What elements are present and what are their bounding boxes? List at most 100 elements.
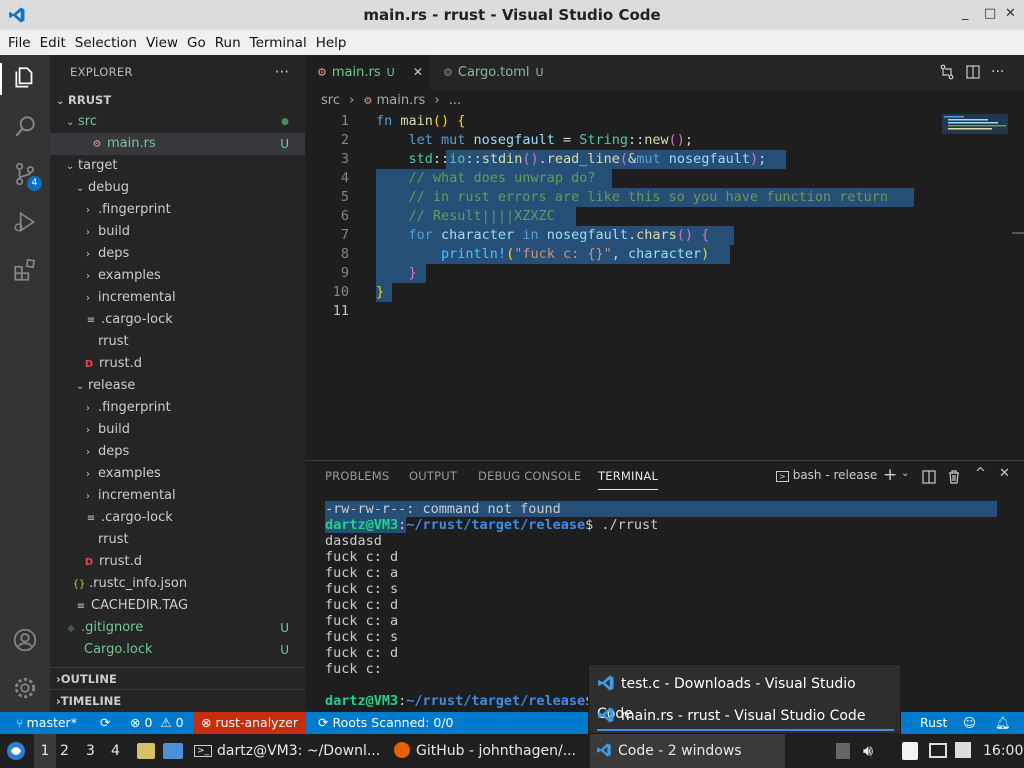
tree-item-release-rrust[interactable]: rrust xyxy=(50,529,305,551)
feedback-icon[interactable]: ☺ xyxy=(963,712,976,734)
tree-item-debug-fingerprint[interactable]: › .fingerprint xyxy=(50,199,305,221)
tab-output[interactable]: OUTPUT xyxy=(409,469,457,483)
accounts-icon[interactable] xyxy=(12,627,38,653)
close-panel-icon[interactable]: ✕ xyxy=(999,466,1010,481)
close-tab-icon[interactable]: ✕ xyxy=(413,65,423,79)
new-terminal-plus-icon[interactable]: + xyxy=(883,465,897,485)
tree-item-release[interactable]: ⌄ release xyxy=(50,375,305,397)
menu-help[interactable]: Help xyxy=(312,35,351,51)
run-debug-icon[interactable] xyxy=(12,209,38,235)
taskbar-terminal-window[interactable]: >_ dartz@VM3: ~/Downl... xyxy=(194,734,384,768)
more-actions-icon[interactable]: ··· xyxy=(991,64,1004,80)
breadcrumb-more[interactable]: ... xyxy=(449,93,461,108)
workspace-root-rrust[interactable]: ⌄ RRUST xyxy=(50,89,305,111)
workspace-3[interactable]: 3 xyxy=(86,734,95,768)
workspace-2[interactable]: 2 xyxy=(60,734,69,768)
workspace-4[interactable]: 4 xyxy=(111,734,120,768)
tree-item-debug-build[interactable]: › build xyxy=(50,221,305,243)
network-icon[interactable] xyxy=(955,742,971,758)
terminal-shell-selector[interactable]: > bash - release xyxy=(776,468,877,482)
rust-file-icon: ⚙ xyxy=(317,66,327,79)
tree-item-debug-examples[interactable]: › examples xyxy=(50,265,305,287)
menu-view[interactable]: View xyxy=(142,35,182,51)
start-menu-icon[interactable] xyxy=(6,741,26,761)
menu-go[interactable]: Go xyxy=(183,35,210,51)
tree-item-target[interactable]: ⌄ target xyxy=(50,155,305,177)
tree-item-debug-rrust-d[interactable]: Drrust.d xyxy=(50,353,305,375)
tree-item-release-incremental[interactable]: › incremental xyxy=(50,485,305,507)
display-icon[interactable] xyxy=(929,743,947,758)
tree-item-debug-rrust[interactable]: rrust xyxy=(50,331,305,353)
outline-section-header[interactable]: ›OUTLINE xyxy=(50,667,305,689)
split-terminal-icon[interactable] xyxy=(922,470,936,484)
timeline-section-header[interactable]: ›TIMELINE xyxy=(50,689,305,711)
tree-item-debug[interactable]: ⌄ debug xyxy=(50,177,305,199)
maximize-panel-icon[interactable]: ^ xyxy=(975,466,986,481)
tree-item-debug-incremental[interactable]: › incremental xyxy=(50,287,305,309)
tab-problems[interactable]: PROBLEMS xyxy=(325,469,389,483)
open-changes-icon[interactable] xyxy=(939,64,955,80)
tree-item-src[interactable]: ⌄ src ● xyxy=(50,111,305,133)
tree-item-main-rs[interactable]: ⚙ main.rs U xyxy=(50,133,305,155)
explorer-icon[interactable] xyxy=(12,65,38,91)
tree-item-gitignore[interactable]: ◆ .gitignore U xyxy=(50,617,305,639)
manage-gear-icon[interactable] xyxy=(12,675,38,701)
volume-icon[interactable]: 🔊︎ xyxy=(863,734,873,768)
breadcrumb-folder[interactable]: src xyxy=(321,93,340,108)
tab-debug-console[interactable]: DEBUG CONSOLE xyxy=(478,469,581,483)
tree-item-cachedir-tag[interactable]: ≡ CACHEDIR.TAG xyxy=(50,595,305,617)
d-file-icon: D xyxy=(84,359,94,370)
trash-icon[interactable] xyxy=(947,469,961,484)
rust-analyzer-status[interactable]: ⊗ rust-analyzer xyxy=(193,712,306,734)
tree-item-rustc-info-json[interactable]: {} .rustc_info.json xyxy=(50,573,305,595)
window-item-main-rs[interactable]: main.rs - rrust - Visual Studio Code xyxy=(597,701,894,731)
tree-item-release-cargo-lock[interactable]: ≡ .cargo-lock xyxy=(50,507,305,529)
scroll-indicator-icon[interactable] xyxy=(836,743,850,759)
tab-cargo-toml[interactable]: ⚙ Cargo.toml U xyxy=(431,55,561,90)
maximize-button[interactable]: □ xyxy=(984,6,996,21)
tree-item-release-rrust-d[interactable]: Drrust.d xyxy=(50,551,305,573)
minimize-button[interactable]: _ xyxy=(962,6,969,21)
roots-scanned-status[interactable]: ⟳ Roots Scanned: 0/0 xyxy=(318,712,454,734)
tree-item-cargo-lock[interactable]: Cargo.lock U xyxy=(50,639,305,661)
breadcrumb-file[interactable]: main.rs xyxy=(377,93,426,108)
taskbar-firefox-window[interactable]: GitHub - johnthagen/... xyxy=(394,734,584,768)
tree-item-release-deps[interactable]: › deps xyxy=(50,441,305,463)
tree-item-release-examples[interactable]: › examples xyxy=(50,463,305,485)
menu-edit[interactable]: Edit xyxy=(36,35,70,51)
split-editor-icon[interactable] xyxy=(965,64,981,80)
code-editor[interactable]: 1 2 3 4 5 6 7 8 9 10 11 fn main() { let mut nosegf… xyxy=(305,112,1024,460)
terminal-text: fuck c: d xyxy=(325,645,399,661)
git-file-icon: ◆ xyxy=(67,623,75,634)
menu-terminal[interactable]: Terminal xyxy=(246,35,311,51)
notifications-bell-icon[interactable]: 🔔︎ xyxy=(995,712,1011,734)
menu-file[interactable]: File xyxy=(4,35,35,51)
search-icon[interactable] xyxy=(12,113,38,139)
show-desktop-icon[interactable] xyxy=(163,743,183,759)
tree-item-release-fingerprint[interactable]: › .fingerprint xyxy=(50,397,305,419)
minimap[interactable] xyxy=(942,114,1008,134)
tab-main-rs[interactable]: ⚙ main.rs U ✕ xyxy=(305,55,430,90)
clipboard-icon[interactable] xyxy=(902,742,918,760)
menu-selection[interactable]: Selection xyxy=(71,35,141,51)
workspace-1[interactable]: 1 xyxy=(34,734,56,768)
close-window-button[interactable]: ✕ xyxy=(1005,6,1016,21)
sync-icon[interactable]: ⟳ xyxy=(100,712,110,734)
language-mode[interactable]: Rust xyxy=(920,712,947,734)
chevron-down-icon[interactable]: ⌄ xyxy=(901,468,909,479)
tree-item-release-build[interactable]: › build xyxy=(50,419,305,441)
taskbar-window-list-popup: test.c - Downloads - Visual Studio Code … xyxy=(588,664,901,734)
taskbar-code-windows[interactable]: Code - 2 windows xyxy=(590,734,785,768)
problems-status[interactable]: ⊗ 0 ⚠ 0 xyxy=(130,712,184,734)
explorer-more-actions-button[interactable]: ··· xyxy=(275,63,289,81)
tree-item-debug-cargo-lock[interactable]: ≡ .cargo-lock xyxy=(50,309,305,331)
tree-item-debug-deps[interactable]: › deps xyxy=(50,243,305,265)
window-item-test-c[interactable]: test.c - Downloads - Visual Studio Code xyxy=(597,669,894,722)
vertical-scrollbar[interactable] xyxy=(1012,232,1024,234)
code-token: . xyxy=(627,227,637,243)
menu-run[interactable]: Run xyxy=(211,35,245,51)
git-branch-status[interactable]: ⑂ master* xyxy=(16,712,77,734)
extensions-icon[interactable] xyxy=(12,257,38,283)
tab-terminal[interactable]: TERMINAL xyxy=(598,469,659,490)
file-manager-icon[interactable] xyxy=(137,743,155,759)
